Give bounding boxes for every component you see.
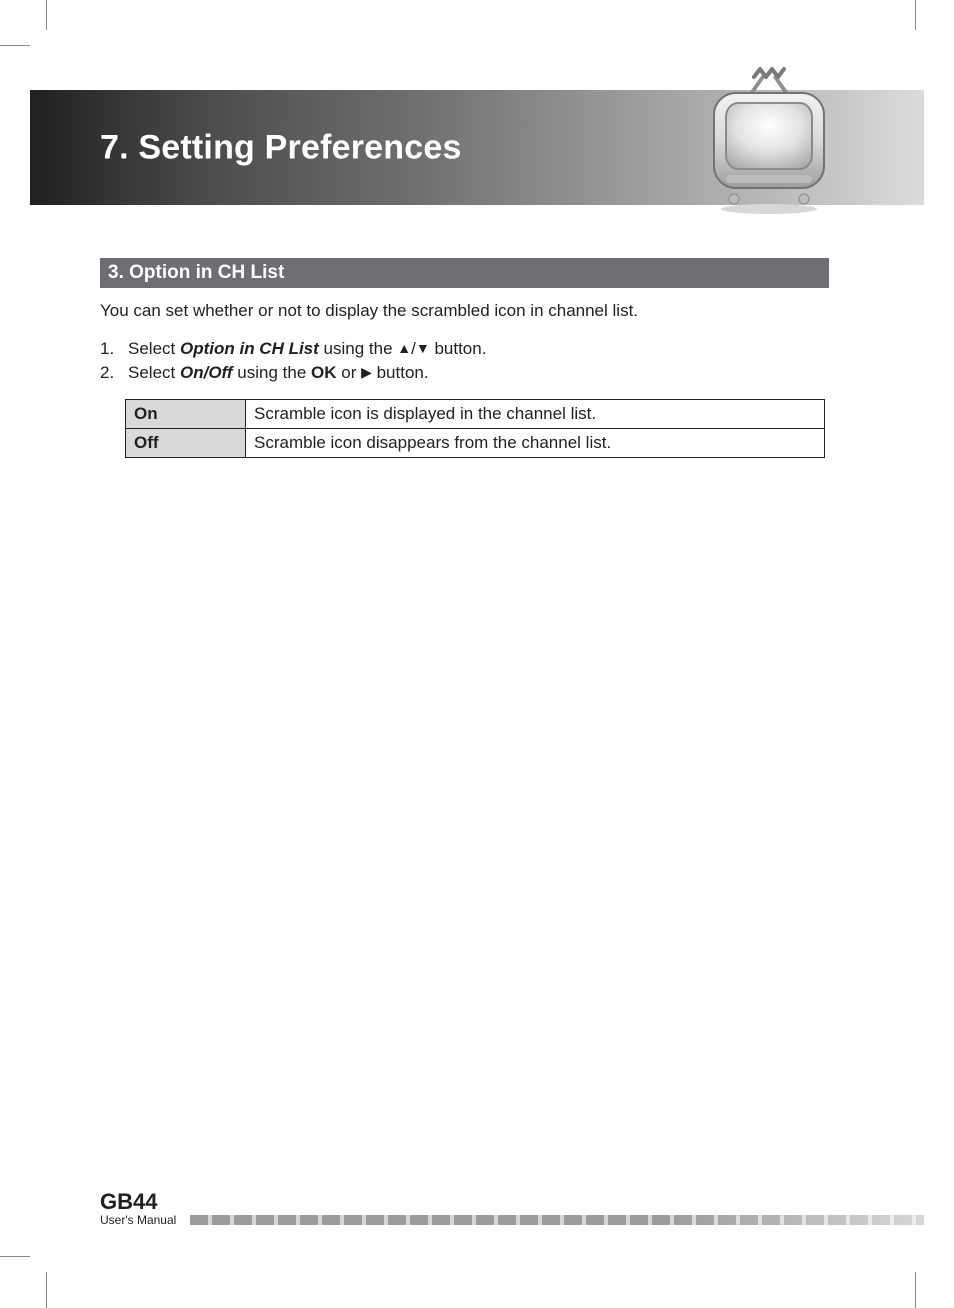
option-table: On Scramble icon is displayed in the cha… <box>125 399 825 458</box>
option-key-off: Off <box>126 428 246 457</box>
crop-mark <box>46 1272 47 1308</box>
chapter-banner: 7. Setting Preferences <box>30 90 924 205</box>
emph: Option in CH List <box>180 339 319 358</box>
chapter-title: 7. Setting Preferences <box>100 128 462 167</box>
ok-button-label: OK <box>311 363 337 382</box>
crop-mark <box>0 45 30 46</box>
option-desc-on: Scramble icon is displayed in the channe… <box>246 399 825 428</box>
step-1: Select Option in CH List using the ▲/▼ b… <box>100 337 829 361</box>
text: Select <box>128 339 180 358</box>
intro-text: You can set whether or not to display th… <box>100 300 829 323</box>
text: or <box>337 363 362 382</box>
right-arrow-icon: ▶ <box>361 364 372 380</box>
content-area: You can set whether or not to display th… <box>100 300 829 458</box>
text: button. <box>430 339 487 358</box>
option-key-on: On <box>126 399 246 428</box>
page-footer: GB44 User's Manual <box>100 1187 924 1227</box>
text: using the <box>233 363 311 382</box>
down-arrow-icon: ▼ <box>416 340 430 356</box>
emph: On/Off <box>180 363 233 382</box>
crop-mark <box>46 0 47 30</box>
section-heading-bar: 3. Option in CH List <box>100 258 829 288</box>
crop-mark <box>0 1256 30 1257</box>
up-arrow-icon: ▲ <box>397 340 411 356</box>
page-number: GB44 <box>100 1191 176 1213</box>
text: Select <box>128 363 180 382</box>
table-row: Off Scramble icon disappears from the ch… <box>126 428 825 457</box>
text: button. <box>372 363 429 382</box>
footer-strip <box>190 1215 924 1225</box>
manual-label: User's Manual <box>100 1213 176 1227</box>
text: using the <box>319 339 397 358</box>
section-heading: 3. Option in CH List <box>100 262 284 284</box>
step-2: Select On/Off using the OK or ▶ button. <box>100 361 829 385</box>
table-row: On Scramble icon is displayed in the cha… <box>126 399 825 428</box>
crop-mark <box>915 1272 916 1308</box>
option-desc-off: Scramble icon disappears from the channe… <box>246 428 825 457</box>
crop-mark <box>915 0 916 30</box>
step-list: Select Option in CH List using the ▲/▼ b… <box>100 337 829 385</box>
tv-icon <box>704 65 834 215</box>
